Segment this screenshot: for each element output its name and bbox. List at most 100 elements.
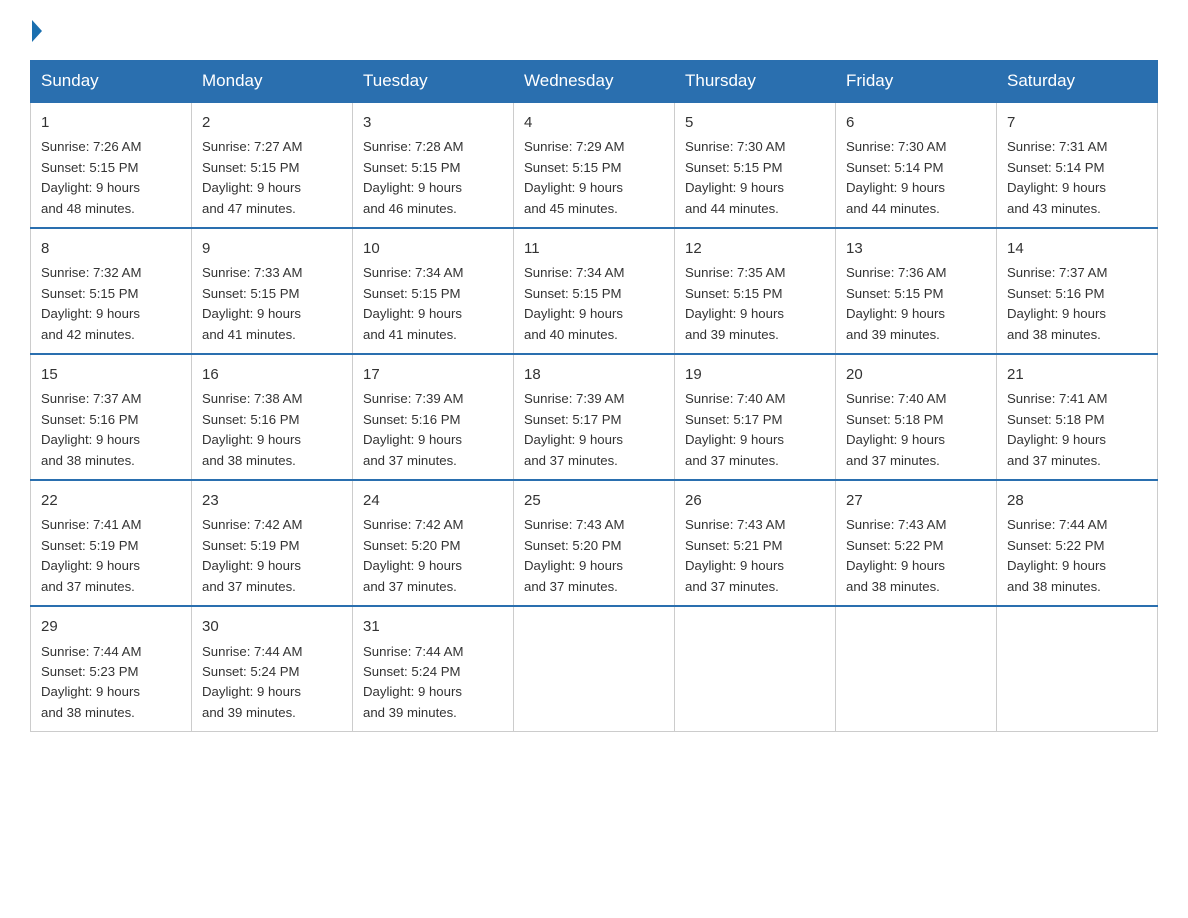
- calendar-cell: 15 Sunrise: 7:37 AMSunset: 5:16 PMDayligh…: [31, 354, 192, 480]
- day-info: Sunrise: 7:42 AMSunset: 5:20 PMDaylight:…: [363, 515, 503, 597]
- calendar-week-row: 15 Sunrise: 7:37 AMSunset: 5:16 PMDayligh…: [31, 354, 1158, 480]
- calendar-cell: 30Sunrise: 7:44 AMSunset: 5:24 PMDayligh…: [192, 606, 353, 732]
- calendar-cell: 23 Sunrise: 7:42 AMSunset: 5:19 PMDayligh…: [192, 480, 353, 606]
- day-number: 10: [363, 237, 503, 260]
- day-number: 22: [41, 489, 181, 512]
- header-wednesday: Wednesday: [514, 61, 675, 103]
- day-number: 29: [41, 615, 181, 638]
- calendar-cell: 8 Sunrise: 7:32 AMSunset: 5:15 PMDaylight…: [31, 228, 192, 354]
- day-info: Sunrise: 7:43 AMSunset: 5:20 PMDaylight:…: [524, 515, 664, 597]
- calendar-cell: 13 Sunrise: 7:36 AMSunset: 5:15 PMDayligh…: [836, 228, 997, 354]
- day-number: 13: [846, 237, 986, 260]
- calendar-cell: 26Sunrise: 7:43 AMSunset: 5:21 PMDayligh…: [675, 480, 836, 606]
- day-number: 21: [1007, 363, 1147, 386]
- day-info: Sunrise: 7:34 AMSunset: 5:15 PMDaylight:…: [363, 263, 503, 345]
- calendar-cell: 31 Sunrise: 7:44 AMSunset: 5:24 PMDayligh…: [353, 606, 514, 732]
- day-info: Sunrise: 7:38 AMSunset: 5:16 PMDaylight:…: [202, 389, 342, 471]
- day-number: 15: [41, 363, 181, 386]
- calendar-cell: 11 Sunrise: 7:34 AMSunset: 5:15 PMDayligh…: [514, 228, 675, 354]
- header-tuesday: Tuesday: [353, 61, 514, 103]
- day-number: 4: [524, 111, 664, 134]
- day-number: 7: [1007, 111, 1147, 134]
- header-saturday: Saturday: [997, 61, 1158, 103]
- calendar-cell: 17Sunrise: 7:39 AMSunset: 5:16 PMDayligh…: [353, 354, 514, 480]
- calendar-cell: 19 Sunrise: 7:40 AMSunset: 5:17 PMDayligh…: [675, 354, 836, 480]
- day-number: 20: [846, 363, 986, 386]
- day-number: 5: [685, 111, 825, 134]
- day-number: 16: [202, 363, 342, 386]
- day-info: Sunrise: 7:34 AMSunset: 5:15 PMDaylight:…: [524, 263, 664, 345]
- day-number: 12: [685, 237, 825, 260]
- calendar-cell: 14Sunrise: 7:37 AMSunset: 5:16 PMDayligh…: [997, 228, 1158, 354]
- calendar-week-row: 29 Sunrise: 7:44 AMSunset: 5:23 PMDayligh…: [31, 606, 1158, 732]
- day-info: Sunrise: 7:30 AMSunset: 5:15 PMDaylight:…: [685, 137, 825, 219]
- logo-arrow-icon: [32, 20, 42, 42]
- calendar-week-row: 8 Sunrise: 7:32 AMSunset: 5:15 PMDaylight…: [31, 228, 1158, 354]
- day-info: Sunrise: 7:29 AMSunset: 5:15 PMDaylight:…: [524, 137, 664, 219]
- day-number: 11: [524, 237, 664, 260]
- calendar-cell: 12 Sunrise: 7:35 AMSunset: 5:15 PMDayligh…: [675, 228, 836, 354]
- day-info: Sunrise: 7:41 AMSunset: 5:18 PMDaylight:…: [1007, 389, 1147, 471]
- calendar-cell: 5 Sunrise: 7:30 AMSunset: 5:15 PMDaylight…: [675, 102, 836, 228]
- calendar-cell: [675, 606, 836, 732]
- day-number: 28: [1007, 489, 1147, 512]
- day-number: 31: [363, 615, 503, 638]
- page-header: [30, 20, 1158, 42]
- day-info: Sunrise: 7:40 AMSunset: 5:17 PMDaylight:…: [685, 389, 825, 471]
- day-info: Sunrise: 7:32 AMSunset: 5:15 PMDaylight:…: [41, 263, 181, 345]
- calendar-cell: [836, 606, 997, 732]
- day-info: Sunrise: 7:43 AMSunset: 5:21 PMDaylight:…: [685, 515, 825, 597]
- day-info: Sunrise: 7:44 AMSunset: 5:23 PMDaylight:…: [41, 642, 181, 724]
- calendar-cell: 29 Sunrise: 7:44 AMSunset: 5:23 PMDayligh…: [31, 606, 192, 732]
- day-number: 25: [524, 489, 664, 512]
- calendar-cell: 25 Sunrise: 7:43 AMSunset: 5:20 PMDayligh…: [514, 480, 675, 606]
- day-number: 6: [846, 111, 986, 134]
- day-info: Sunrise: 7:44 AMSunset: 5:22 PMDaylight:…: [1007, 515, 1147, 597]
- day-info: Sunrise: 7:26 AMSunset: 5:15 PMDaylight:…: [41, 137, 181, 219]
- calendar-table: SundayMondayTuesdayWednesdayThursdayFrid…: [30, 60, 1158, 732]
- day-info: Sunrise: 7:43 AMSunset: 5:22 PMDaylight:…: [846, 515, 986, 597]
- day-info: Sunrise: 7:42 AMSunset: 5:19 PMDaylight:…: [202, 515, 342, 597]
- header-thursday: Thursday: [675, 61, 836, 103]
- calendar-header-row: SundayMondayTuesdayWednesdayThursdayFrid…: [31, 61, 1158, 103]
- calendar-cell: [997, 606, 1158, 732]
- day-number: 30: [202, 615, 342, 638]
- calendar-cell: 21 Sunrise: 7:41 AMSunset: 5:18 PMDayligh…: [997, 354, 1158, 480]
- day-info: Sunrise: 7:31 AMSunset: 5:14 PMDaylight:…: [1007, 137, 1147, 219]
- day-info: Sunrise: 7:37 AMSunset: 5:16 PMDaylight:…: [1007, 263, 1147, 345]
- calendar-cell: 28 Sunrise: 7:44 AMSunset: 5:22 PMDayligh…: [997, 480, 1158, 606]
- day-info: Sunrise: 7:39 AMSunset: 5:16 PMDaylight:…: [363, 389, 503, 471]
- logo: [30, 20, 44, 42]
- day-number: 9: [202, 237, 342, 260]
- day-number: 19: [685, 363, 825, 386]
- day-number: 2: [202, 111, 342, 134]
- day-number: 8: [41, 237, 181, 260]
- day-info: Sunrise: 7:44 AMSunset: 5:24 PMDaylight:…: [363, 642, 503, 724]
- day-info: Sunrise: 7:37 AMSunset: 5:16 PMDaylight:…: [41, 389, 181, 471]
- day-info: Sunrise: 7:39 AMSunset: 5:17 PMDaylight:…: [524, 389, 664, 471]
- header-sunday: Sunday: [31, 61, 192, 103]
- header-monday: Monday: [192, 61, 353, 103]
- calendar-cell: 9Sunrise: 7:33 AMSunset: 5:15 PMDaylight…: [192, 228, 353, 354]
- day-number: 27: [846, 489, 986, 512]
- calendar-week-row: 1 Sunrise: 7:26 AMSunset: 5:15 PMDaylight…: [31, 102, 1158, 228]
- day-number: 1: [41, 111, 181, 134]
- calendar-cell: 3 Sunrise: 7:28 AMSunset: 5:15 PMDaylight…: [353, 102, 514, 228]
- day-info: Sunrise: 7:27 AMSunset: 5:15 PMDaylight:…: [202, 137, 342, 219]
- day-number: 3: [363, 111, 503, 134]
- day-number: 24: [363, 489, 503, 512]
- day-number: 23: [202, 489, 342, 512]
- day-info: Sunrise: 7:36 AMSunset: 5:15 PMDaylight:…: [846, 263, 986, 345]
- calendar-cell: 18 Sunrise: 7:39 AMSunset: 5:17 PMDayligh…: [514, 354, 675, 480]
- day-info: Sunrise: 7:41 AMSunset: 5:19 PMDaylight:…: [41, 515, 181, 597]
- day-number: 18: [524, 363, 664, 386]
- calendar-cell: 20 Sunrise: 7:40 AMSunset: 5:18 PMDayligh…: [836, 354, 997, 480]
- day-info: Sunrise: 7:35 AMSunset: 5:15 PMDaylight:…: [685, 263, 825, 345]
- calendar-cell: 24 Sunrise: 7:42 AMSunset: 5:20 PMDayligh…: [353, 480, 514, 606]
- day-info: Sunrise: 7:40 AMSunset: 5:18 PMDaylight:…: [846, 389, 986, 471]
- calendar-cell: 7 Sunrise: 7:31 AMSunset: 5:14 PMDaylight…: [997, 102, 1158, 228]
- calendar-cell: 4 Sunrise: 7:29 AMSunset: 5:15 PMDaylight…: [514, 102, 675, 228]
- calendar-cell: 10 Sunrise: 7:34 AMSunset: 5:15 PMDayligh…: [353, 228, 514, 354]
- calendar-cell: [514, 606, 675, 732]
- day-info: Sunrise: 7:28 AMSunset: 5:15 PMDaylight:…: [363, 137, 503, 219]
